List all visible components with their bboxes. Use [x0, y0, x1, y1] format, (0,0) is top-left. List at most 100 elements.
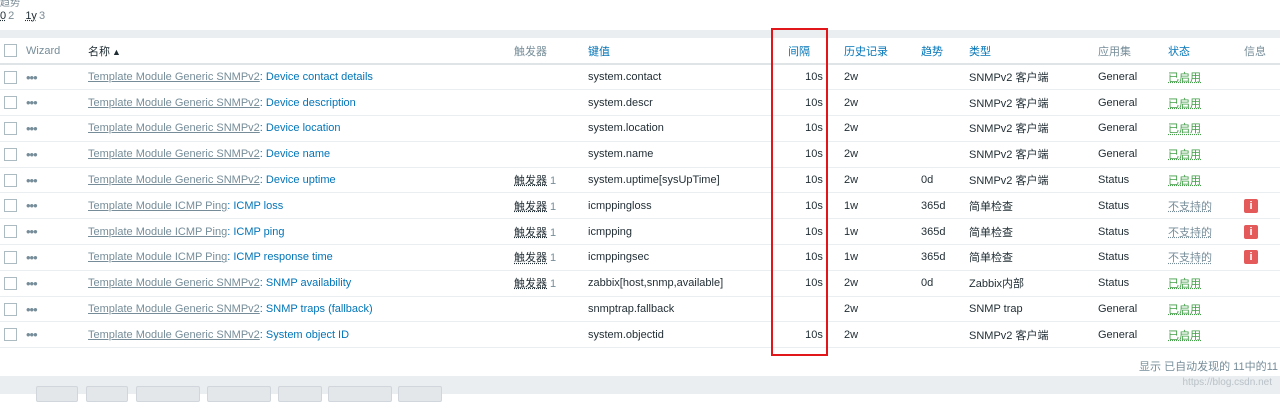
ellipsis-icon[interactable]: ••• — [26, 327, 38, 342]
mass-action-button-5[interactable] — [278, 386, 322, 402]
ellipsis-icon[interactable]: ••• — [26, 198, 38, 213]
item-name-link[interactable]: Device uptime — [266, 174, 336, 186]
row-checkbox[interactable] — [4, 96, 17, 110]
triggers-link[interactable]: 触发器 — [514, 201, 547, 213]
info-cell — [1240, 167, 1280, 194]
error-info-icon[interactable]: i — [1244, 224, 1258, 239]
trends-filter-option-1y[interactable]: 1y — [25, 10, 37, 22]
template-link[interactable]: Template Module Generic SNMPv2 — [88, 329, 260, 341]
triggers-cell: 触发器 1 — [510, 192, 584, 220]
mass-action-button-3[interactable] — [136, 386, 200, 402]
row-select-cell — [0, 218, 22, 246]
history-cell: 2w — [840, 115, 917, 142]
row-checkbox[interactable] — [4, 250, 17, 264]
item-name-link[interactable]: System object ID — [266, 329, 349, 341]
ellipsis-icon[interactable]: ••• — [26, 147, 38, 162]
mass-action-button-7[interactable] — [398, 386, 442, 402]
item-name-link[interactable]: Device description — [266, 97, 356, 109]
template-link[interactable]: Template Module ICMP Ping — [88, 251, 227, 263]
status-toggle[interactable]: 不支持的 — [1168, 227, 1212, 239]
status-toggle[interactable]: 已启用 — [1168, 149, 1201, 161]
template-link[interactable]: Template Module ICMP Ping — [88, 226, 227, 238]
ellipsis-icon[interactable]: ••• — [26, 224, 38, 239]
template-link[interactable]: Template Module Generic SNMPv2 — [88, 97, 260, 109]
row-checkbox[interactable] — [4, 225, 17, 239]
col-application: 应用集 — [1094, 38, 1164, 65]
mass-action-button-2[interactable] — [86, 386, 128, 402]
row-checkbox[interactable] — [4, 328, 17, 342]
info-cell — [1240, 141, 1280, 168]
triggers-link[interactable]: 触发器 — [514, 175, 547, 187]
row-checkbox[interactable] — [4, 147, 17, 161]
col-key[interactable]: 键值 — [584, 38, 784, 65]
triggers-cell — [510, 89, 584, 117]
template-link[interactable]: Template Module ICMP Ping — [88, 200, 227, 212]
key-cell: snmptrap.fallback — [584, 296, 784, 323]
row-checkbox[interactable] — [4, 302, 17, 316]
error-info-icon[interactable]: i — [1244, 198, 1258, 213]
mass-action-button-6[interactable] — [328, 386, 392, 402]
template-link[interactable]: Template Module Generic SNMPv2 — [88, 303, 260, 315]
interval-cell: 10s — [784, 64, 840, 91]
item-name-link[interactable]: ICMP response time — [233, 251, 332, 263]
history-cell: 2w — [840, 64, 917, 91]
status-toggle[interactable]: 已启用 — [1168, 278, 1201, 290]
status-toggle[interactable]: 不支持的 — [1168, 201, 1212, 213]
ellipsis-icon[interactable]: ••• — [26, 173, 38, 188]
item-name-link[interactable]: Device contact details — [266, 71, 373, 83]
item-name-link[interactable]: ICMP loss — [233, 200, 283, 212]
ellipsis-icon[interactable]: ••• — [26, 250, 38, 265]
trends-filter-option-0[interactable]: 0 — [0, 10, 6, 22]
status-toggle[interactable]: 已启用 — [1168, 123, 1201, 135]
error-info-icon[interactable]: i — [1244, 250, 1258, 265]
status-toggle[interactable]: 已启用 — [1168, 98, 1201, 110]
row-checkbox[interactable] — [4, 121, 17, 135]
ellipsis-icon[interactable]: ••• — [26, 70, 38, 85]
interval-cell: 10s — [784, 167, 840, 194]
col-name-label[interactable]: 名称 — [88, 46, 110, 58]
row-checkbox[interactable] — [4, 199, 17, 213]
template-link[interactable]: Template Module Generic SNMPv2 — [88, 122, 260, 134]
application-cell: General — [1094, 296, 1164, 323]
ellipsis-icon[interactable]: ••• — [26, 121, 38, 136]
template-link[interactable]: Template Module Generic SNMPv2 — [88, 174, 260, 186]
history-cell: 1w — [840, 218, 917, 246]
item-name-link[interactable]: SNMP availability — [266, 277, 351, 289]
col-status[interactable]: 状态 — [1164, 38, 1240, 65]
status-toggle[interactable]: 已启用 — [1168, 330, 1201, 342]
triggers-link[interactable]: 触发器 — [514, 278, 547, 290]
select-all-checkbox[interactable] — [4, 44, 17, 57]
col-type[interactable]: 类型 — [965, 38, 1094, 65]
type-cell: SNMPv2 客户端 — [965, 141, 1094, 168]
col-trends[interactable]: 趋势 — [917, 38, 965, 65]
status-toggle[interactable]: 已启用 — [1168, 304, 1201, 316]
col-name[interactable]: 名称 ▲ — [84, 38, 510, 65]
name-cell: Template Module Generic SNMPv2: SNMP ava… — [84, 270, 510, 297]
status-toggle[interactable]: 已启用 — [1168, 72, 1201, 84]
template-link[interactable]: Template Module Generic SNMPv2 — [88, 148, 260, 160]
status-toggle[interactable]: 不支持的 — [1168, 252, 1212, 264]
ellipsis-icon[interactable]: ••• — [26, 276, 38, 291]
col-interval[interactable]: 间隔 — [784, 38, 840, 65]
template-link[interactable]: Template Module Generic SNMPv2 — [88, 277, 260, 289]
item-name-link[interactable]: Device location — [266, 122, 341, 134]
triggers-link[interactable]: 触发器 — [514, 227, 547, 239]
row-checkbox[interactable] — [4, 70, 17, 84]
row-checkbox[interactable] — [4, 276, 17, 290]
mass-action-button-1[interactable] — [36, 386, 78, 402]
item-name-link[interactable]: ICMP ping — [233, 226, 284, 238]
name-cell: Template Module ICMP Ping: ICMP ping — [84, 218, 510, 246]
col-history[interactable]: 历史记录 — [840, 38, 917, 65]
mass-action-button-4[interactable] — [207, 386, 271, 402]
items-table: Wizard 名称 ▲ 触发器 键值 间隔 历史记录 趋势 类型 应用集 状态 信… — [0, 38, 1280, 349]
item-name-link[interactable]: SNMP traps (fallback) — [266, 303, 373, 315]
wizard-cell: ••• — [22, 218, 84, 246]
ellipsis-icon[interactable]: ••• — [26, 95, 38, 110]
row-checkbox[interactable] — [4, 173, 17, 187]
ellipsis-icon[interactable]: ••• — [26, 302, 38, 317]
triggers-link[interactable]: 触发器 — [514, 252, 547, 264]
template-link[interactable]: Template Module Generic SNMPv2 — [88, 71, 260, 83]
status-toggle[interactable]: 已启用 — [1168, 175, 1201, 187]
type-cell: SNMP trap — [965, 296, 1094, 323]
item-name-link[interactable]: Device name — [266, 148, 330, 160]
